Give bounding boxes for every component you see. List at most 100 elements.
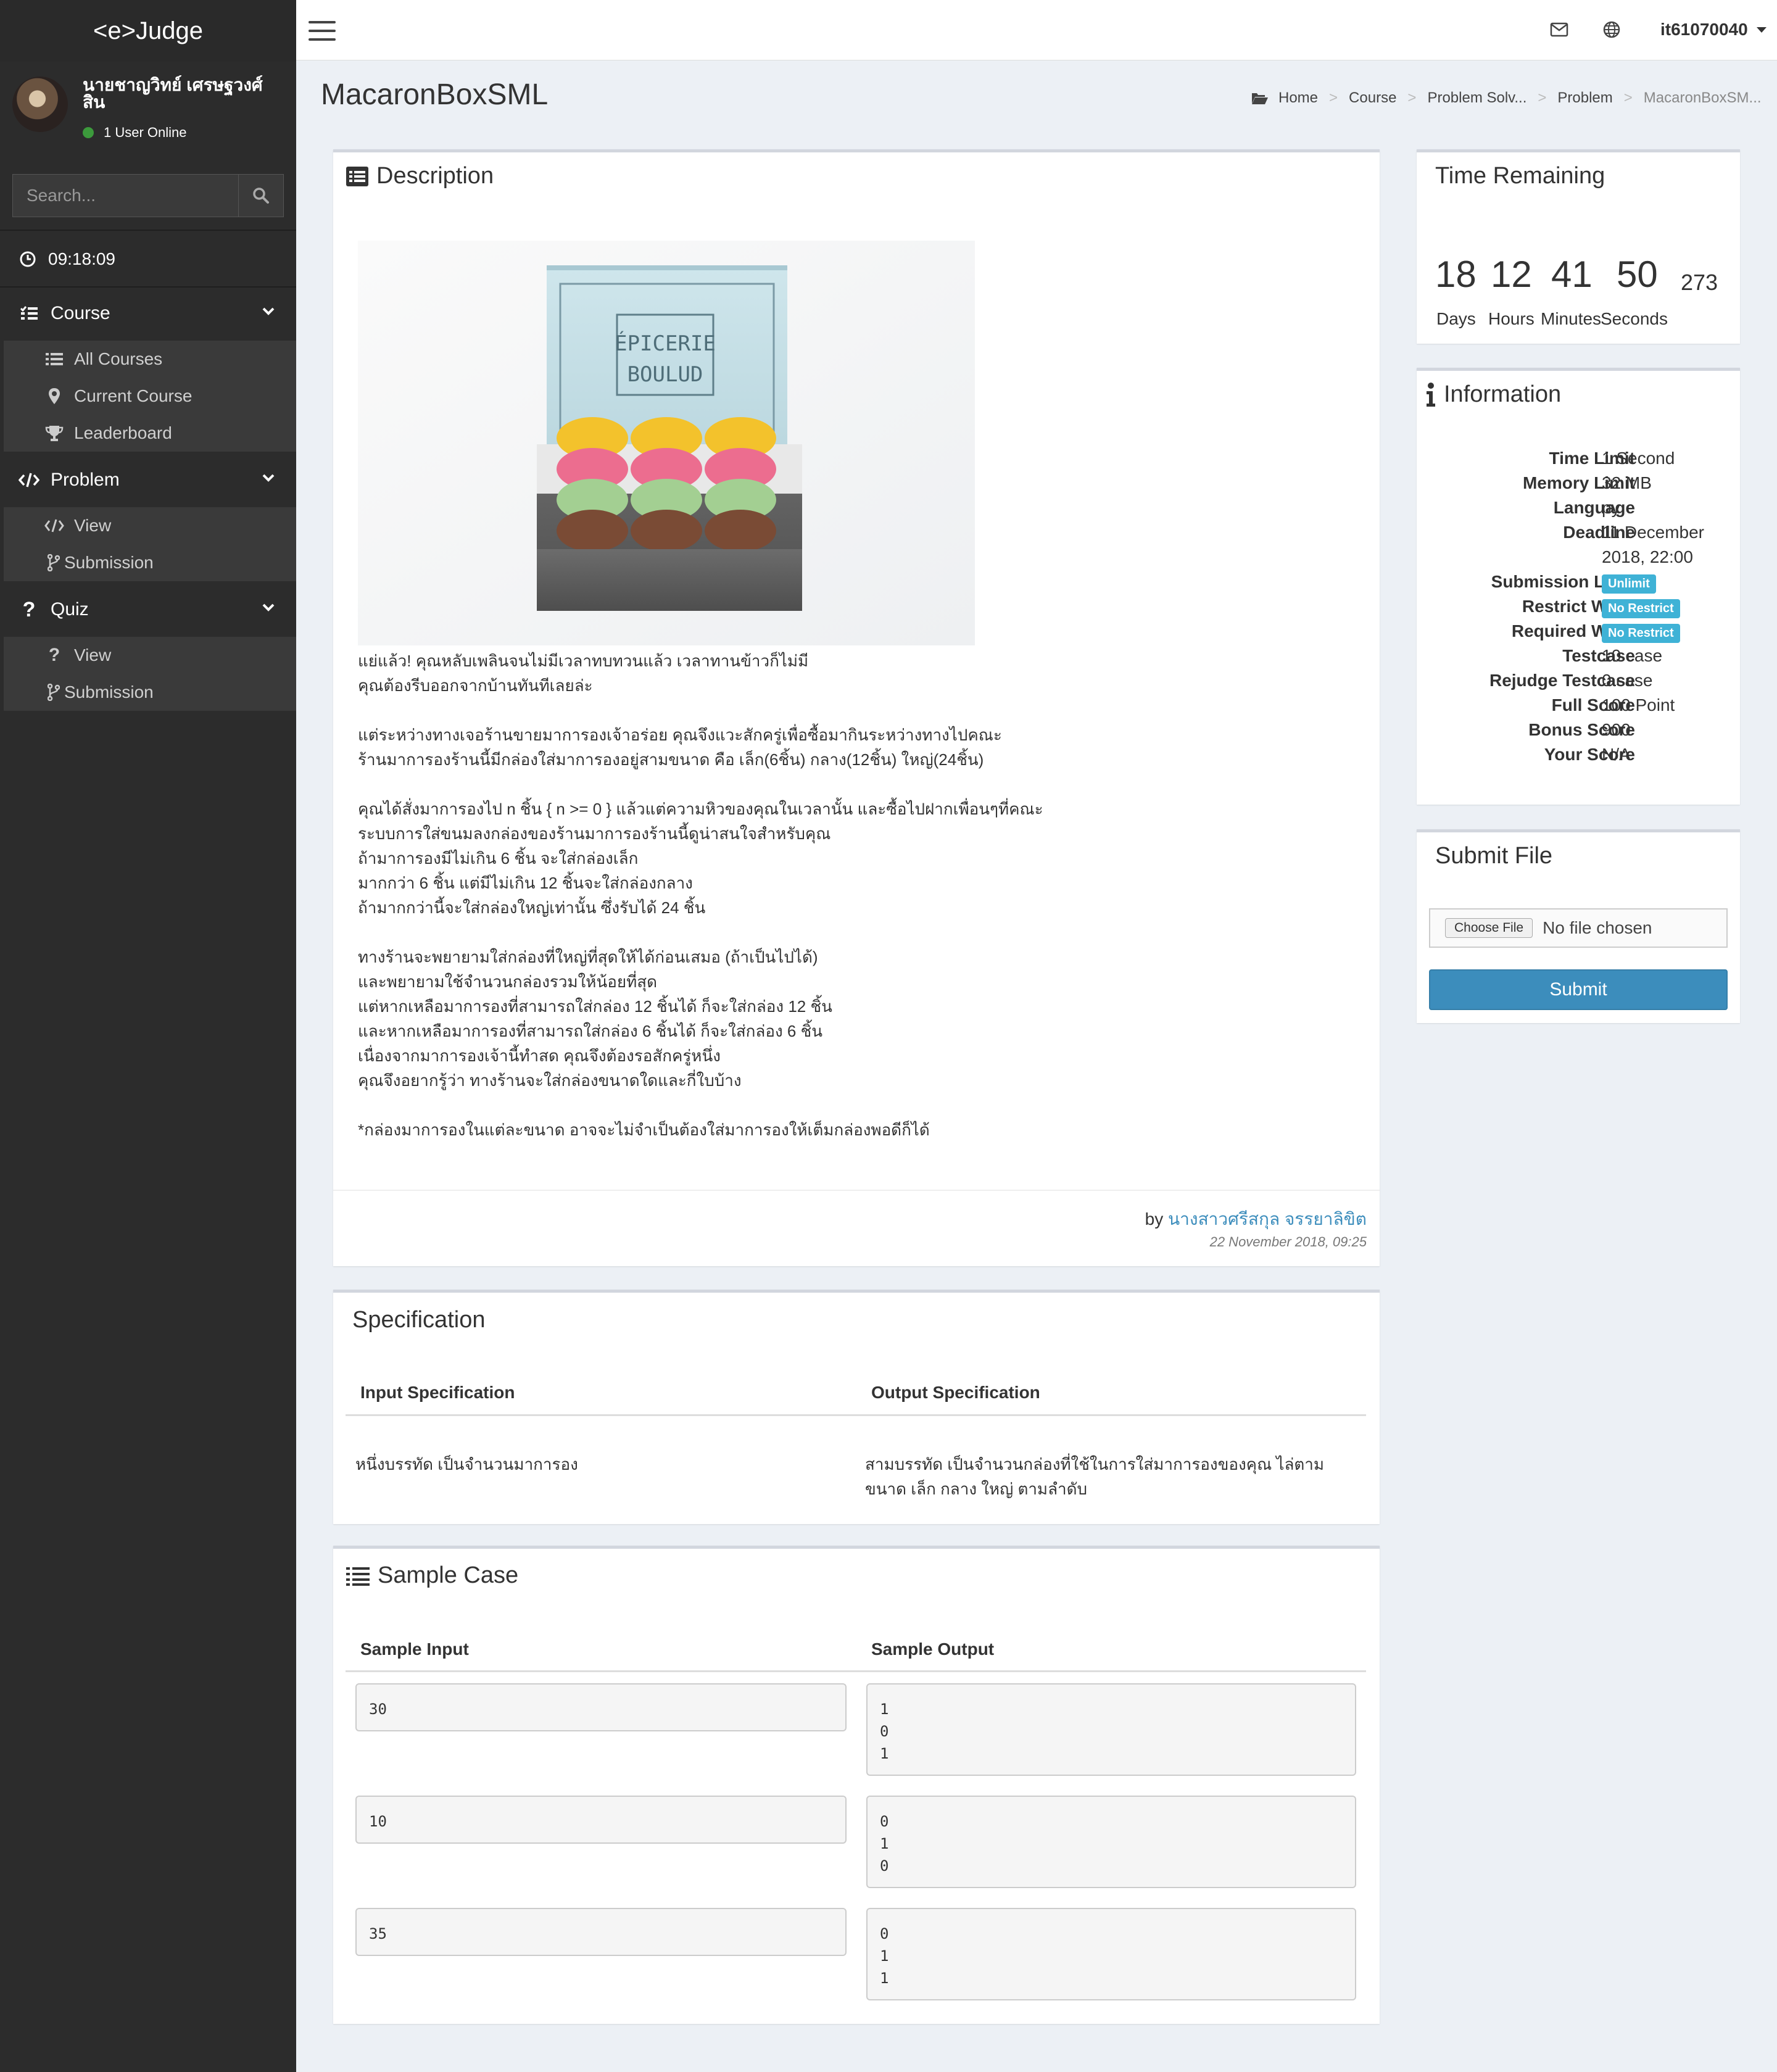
breadcrumb-problem[interactable]: Problem — [1557, 89, 1612, 107]
information-title-text: Information — [1444, 381, 1562, 407]
info-value: 100 Point — [1602, 695, 1675, 715]
search-icon — [253, 188, 269, 204]
info-value: 1 Second — [1602, 449, 1675, 468]
specification-title: Specification — [352, 1307, 486, 1333]
clock-icon — [20, 251, 36, 267]
chevron-down-icon — [262, 603, 275, 611]
info-row: Bonus Score 900 — [1419, 720, 1777, 745]
sidebar-item-current-course[interactable]: Current Course — [4, 378, 296, 415]
submit-file-title: Submit File — [1435, 843, 1553, 869]
description-line: คุณจึงอยากรู้ว่า ทางร้านจะใส่กล่องขนาดใด… — [358, 1071, 742, 1090]
breadcrumb-current: MacaronBoxSM... — [1643, 89, 1762, 106]
sidebar-item-leaderboard[interactable]: Leaderboard — [4, 415, 296, 452]
globe-icon[interactable] — [1602, 20, 1621, 39]
user-panel: นายชาญวิทย์ เศรษฐวงศ์สิน 1 User Online — [0, 62, 296, 170]
sidebar-item-label: Submission — [64, 553, 154, 572]
file-input[interactable]: Choose File No file chosen — [1429, 908, 1728, 948]
nav-quiz[interactable]: ? Quiz — [0, 584, 296, 636]
author-line: by นางสาวศรีสกุล จรรยาลิขิต — [1145, 1206, 1367, 1233]
info-row: Rejudge Testcase 0 case — [1419, 671, 1777, 695]
sample-input-3[interactable]: 35 — [355, 1908, 847, 1956]
sidebar-item-quiz-view[interactable]: ? View — [4, 637, 296, 674]
author-link[interactable]: นางสาวศรีสกุล จรรยาลิขิต — [1168, 1209, 1367, 1229]
sidebar-item-all-courses[interactable]: All Courses — [4, 341, 296, 378]
divider — [333, 1190, 1380, 1191]
sidebar-item-quiz-submission[interactable]: Submission — [4, 674, 296, 711]
author-by: by — [1145, 1209, 1164, 1229]
description-line: *กล่องมาการองในแต่ละขนาด อาจจะไม่จำเป็นต… — [358, 1121, 930, 1139]
description-line: และพยายามใช้จำนวนกล่องรวมให้น้อยที่สุด — [358, 972, 657, 991]
sidebar-item-problem-view[interactable]: View — [4, 507, 296, 544]
specification-box — [333, 1290, 1380, 1524]
status-badge: No Restrict — [1602, 599, 1680, 618]
online-status: 1 User Online — [83, 125, 280, 141]
nav-course[interactable]: Course — [0, 288, 296, 339]
macarons — [557, 417, 776, 552]
list-ol-icon — [346, 1565, 370, 1586]
app-logo[interactable]: <e>Judge — [0, 0, 296, 62]
code-fork-icon — [47, 554, 60, 571]
description-title: Description — [346, 163, 494, 189]
breadcrumb-problem-solving[interactable]: Problem Solv... — [1427, 89, 1526, 107]
box-brand-boulud: BOULUD — [628, 362, 703, 387]
info-value: 2018, 22:00 — [1602, 547, 1693, 566]
sample-output-header: Sample Output — [871, 1639, 995, 1659]
envelope-icon[interactable] — [1550, 22, 1568, 37]
sample-input-2[interactable]: 10 — [355, 1796, 847, 1844]
sample-output-1[interactable]: 1 0 1 — [866, 1683, 1356, 1776]
search-button[interactable] — [238, 175, 283, 217]
description-line: แย่แล้ว! คุณหลับเพลินจนไม่มีเวลาทบทวนแล้… — [358, 652, 809, 670]
code-icon — [43, 518, 65, 533]
clock-time: 09:18:09 — [48, 249, 115, 268]
status-badge: Unlimit — [1602, 574, 1656, 594]
caret-down-icon — [1756, 27, 1767, 33]
input-spec-text: หนึ่งบรรทัด เป็นจำนวนมาการอง — [355, 1455, 578, 1473]
info-row: 2018, 22:00 — [1419, 547, 1777, 572]
info-value: 32 MB — [1602, 473, 1652, 492]
sidebar-item-problem-submission[interactable]: Submission — [4, 544, 296, 581]
description-line: ทางร้านจะพยายามใส่กล่องที่ใหญ่ที่สุดให้ไ… — [358, 948, 818, 966]
info-value: 11 December — [1602, 523, 1705, 542]
sample-case-title: Sample Case — [346, 1562, 518, 1589]
code-fork-icon — [47, 684, 60, 701]
chevron-down-icon — [262, 307, 275, 315]
list-alt-icon — [346, 166, 369, 187]
sample-input-header: Sample Input — [360, 1639, 469, 1659]
breadcrumb-separator: > — [1623, 89, 1633, 106]
submit-button[interactable]: Submit — [1429, 969, 1728, 1010]
info-value: 0 case — [1602, 671, 1653, 690]
breadcrumb: Home > Course > Problem Solv... > Proble… — [1251, 89, 1762, 107]
menu-toggle-icon[interactable] — [309, 21, 336, 41]
sidebar-search — [12, 174, 284, 217]
description-line: ถ้ามากกว่านี้จะใส่กล่องใหญ่เท่านั้น ซึ่ง… — [358, 898, 706, 917]
table-divider — [346, 1414, 1366, 1416]
info-row: Language py — [1419, 498, 1777, 523]
countdown-minutes: 41 — [1551, 254, 1593, 295]
folder-open-icon — [1252, 93, 1268, 104]
breadcrumb-course[interactable]: Course — [1349, 89, 1396, 107]
info-row: Full Score 100 Point — [1419, 695, 1777, 720]
nav-problem-label: Problem — [51, 470, 120, 490]
info-row: Required Word No Restrict — [1419, 621, 1777, 646]
info-row: Submission Limit Unlimit — [1419, 572, 1777, 597]
info-row: Time Limit 1 Second — [1419, 449, 1777, 473]
countdown-label-minutes: Minutes — [1541, 309, 1602, 328]
choose-file-button[interactable]: Choose File — [1445, 918, 1533, 938]
user-name: นายชาญวิทย์ เศรษฐวงศ์สิน — [83, 75, 263, 112]
sample-output-3[interactable]: 0 1 1 — [866, 1908, 1356, 2000]
breadcrumb-home[interactable]: Home — [1278, 89, 1318, 107]
description-line: คุณต้องรีบออกจากบ้านทันทีเลยล่ะ — [358, 676, 593, 695]
info-value: N/A — [1602, 745, 1631, 764]
user-menu[interactable]: it61070040 — [1660, 20, 1767, 39]
sample-output-2[interactable]: 0 1 0 — [866, 1796, 1356, 1888]
search-input[interactable] — [13, 175, 238, 217]
description-line: ร้านมาการองร้านนี้มีกล่องใส่มาการองอยู่ส… — [358, 750, 984, 769]
sample-input-1[interactable]: 30 — [355, 1683, 847, 1731]
countdown-label-hours: Hours — [1488, 309, 1535, 328]
description-line: และหากเหลือมาการองที่สามารถใส่กล่อง 6 ชิ… — [358, 1022, 822, 1040]
post-date: 22 November 2018, 09:25 — [1209, 1234, 1367, 1249]
course-submenu: All Courses Current Course Leaderboard — [4, 341, 296, 452]
sidebar-item-label: All Courses — [74, 349, 163, 368]
info-label: Language — [1553, 498, 1635, 517]
nav-problem[interactable]: Problem — [0, 454, 296, 506]
